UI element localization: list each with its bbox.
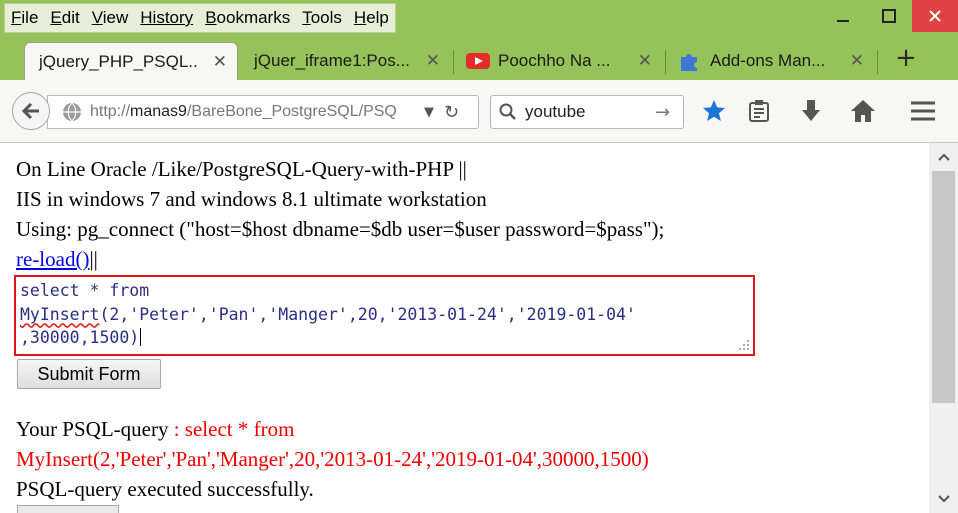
menu-edit[interactable]: Edit xyxy=(44,4,85,32)
scroll-up-icon[interactable] xyxy=(929,145,958,169)
search-go-icon[interactable]: → xyxy=(655,102,670,123)
menu-bookmarks[interactable]: Bookmarks xyxy=(199,4,296,32)
menu-view-accel: V xyxy=(91,8,103,27)
globe-icon xyxy=(63,102,81,122)
search-input[interactable]: youtube xyxy=(525,102,645,122)
page-heading-line-2: IIS in windows 7 and windows 8.1 ultimat… xyxy=(16,187,487,211)
tab-close-icon[interactable]: ✕ xyxy=(638,51,652,71)
downloads-button[interactable] xyxy=(798,98,824,124)
reload-separator: || xyxy=(89,247,98,271)
menu-file-accel: F xyxy=(11,8,22,27)
menu-view[interactable]: View xyxy=(86,4,135,32)
star-icon xyxy=(703,100,725,121)
maximize-button[interactable] xyxy=(866,0,912,32)
download-icon xyxy=(802,100,820,121)
result-label-line: Your PSQL-query : select * from xyxy=(16,417,294,442)
tab-label: Add-ons Man... xyxy=(710,51,826,70)
tab-jquer-iframe[interactable]: jQuer_iframe1:Pos... ✕ xyxy=(240,42,450,80)
menu-file[interactable]: File xyxy=(5,4,44,32)
home-button[interactable] xyxy=(850,98,876,124)
url-scheme: http:// xyxy=(90,103,131,120)
tab-label: jQuer_iframe1:Pos... xyxy=(254,51,410,70)
url-text[interactable]: http://manas9/BareBone_PostgreSQL/PSQ xyxy=(90,103,418,121)
tab-strip: jQuery_PHP_PSQL... ✕ jQuer_iframe1:Pos..… xyxy=(0,34,958,81)
result-query-part-2: MyInsert(2,'Peter','Pan','Manger',20,'20… xyxy=(16,447,649,471)
result-query-part-1: : select * from xyxy=(173,417,295,441)
menu-history-label: History xyxy=(140,8,194,27)
menu-history[interactable]: History xyxy=(134,4,199,32)
tab-separator xyxy=(665,50,666,74)
close-icon xyxy=(929,10,941,22)
back-arrow-icon xyxy=(21,102,39,120)
title-bar: File Edit View History Bookmarks Tools H… xyxy=(0,0,958,34)
menu-help-accel: H xyxy=(353,8,367,27)
menu-edit-accel: E xyxy=(50,8,62,27)
tab-close-icon[interactable]: ✕ xyxy=(850,51,864,71)
result-label: Your PSQL-query xyxy=(16,417,174,441)
query-textarea[interactable]: select * from MyInsert(2,'Peter','Pan','… xyxy=(14,275,755,356)
window-controls xyxy=(820,0,958,32)
query-text[interactable]: select * from MyInsert(2,'Peter','Pan','… xyxy=(20,279,636,350)
resize-grip-icon[interactable] xyxy=(736,339,750,351)
query-line-1: select * from xyxy=(20,281,150,300)
query-line-3: ,30000,1500) xyxy=(20,328,140,347)
puzzle-icon xyxy=(681,54,697,71)
submit-form-button[interactable]: Submit Form xyxy=(17,359,161,389)
query-line-2-function: MyInsert xyxy=(20,304,100,324)
clipboard-icon xyxy=(749,100,769,122)
search-icon xyxy=(499,103,516,120)
minimize-button[interactable] xyxy=(820,0,866,32)
reload-icon[interactable]: ↻ xyxy=(444,102,459,123)
tab-label: jQuery_PHP_PSQL... xyxy=(39,52,199,71)
partial-button[interactable] xyxy=(17,505,119,513)
minimize-icon xyxy=(837,20,849,22)
menu-tools-label: ools xyxy=(310,8,342,27)
menu-help-label: elp xyxy=(366,8,389,27)
tab-separator xyxy=(877,50,878,74)
page-heading-line-1: On Line Oracle /Like/PostgreSQL-Query-wi… xyxy=(16,157,467,181)
tab-close-icon[interactable]: ✕ xyxy=(213,52,227,72)
menu-tools[interactable]: Tools xyxy=(296,4,348,32)
scrollbar-thumb[interactable] xyxy=(932,171,955,403)
menu-edit-label: dit xyxy=(61,8,80,27)
reload-link[interactable]: re-load() xyxy=(16,247,89,271)
menu-view-label: iew xyxy=(102,8,129,27)
page-content: On Line Oracle /Like/PostgreSQL-Query-wi… xyxy=(0,143,929,513)
menu-button[interactable] xyxy=(910,98,936,124)
navigation-toolbar: http://manas9/BareBone_PostgreSQL/PSQ ▼ … xyxy=(0,80,958,143)
tab-close-icon[interactable]: ✕ xyxy=(426,51,440,71)
menu-tools-accel: T xyxy=(302,8,311,27)
scroll-down-icon[interactable] xyxy=(929,487,958,511)
menu-file-label: ile xyxy=(21,8,39,27)
text-caret xyxy=(140,328,142,346)
url-host: manas9 xyxy=(130,103,187,120)
menu-bar: File Edit View History Bookmarks Tools H… xyxy=(4,3,396,33)
tab-addons-manager[interactable]: Add-ons Man... ✕ xyxy=(668,42,874,80)
reload-line: re-load()|| xyxy=(16,247,98,272)
bookmark-star-button[interactable] xyxy=(701,98,727,124)
new-tab-button[interactable]: + xyxy=(886,44,926,74)
page-heading-line-3: Using: pg_connect ("host=$host dbname=$d… xyxy=(16,217,665,241)
back-button[interactable] xyxy=(12,92,50,130)
reading-list-button[interactable] xyxy=(746,98,772,124)
url-dropdown-icon[interactable]: ▼ xyxy=(424,105,434,120)
query-line-2-args: (2,'Peter','Pan','Manger',20,'2013-01-24… xyxy=(99,304,636,324)
status-message: PSQL-query executed successfully. xyxy=(16,477,314,501)
tab-label: Poochho Na ... xyxy=(498,51,611,70)
search-bar[interactable]: youtube → xyxy=(490,95,684,129)
url-bar[interactable]: http://manas9/BareBone_PostgreSQL/PSQ ▼ … xyxy=(47,95,479,129)
home-icon xyxy=(851,100,875,122)
menu-bookmarks-accel: B xyxy=(205,8,217,27)
vertical-scrollbar[interactable] xyxy=(929,143,958,513)
tab-separator xyxy=(453,50,454,74)
hamburger-icon xyxy=(911,101,935,121)
maximize-icon xyxy=(882,9,896,23)
close-window-button[interactable] xyxy=(912,0,958,32)
youtube-icon xyxy=(466,53,490,69)
tab-poochho-na[interactable]: Poochho Na ... ✕ xyxy=(456,42,662,80)
tab-jquery-php-psql[interactable]: jQuery_PHP_PSQL... ✕ xyxy=(24,42,238,81)
url-path: /BareBone_PostgreSQL/PSQ xyxy=(186,103,397,120)
menu-bookmarks-label: ookmarks xyxy=(216,8,291,27)
menu-help[interactable]: Help xyxy=(348,4,395,32)
